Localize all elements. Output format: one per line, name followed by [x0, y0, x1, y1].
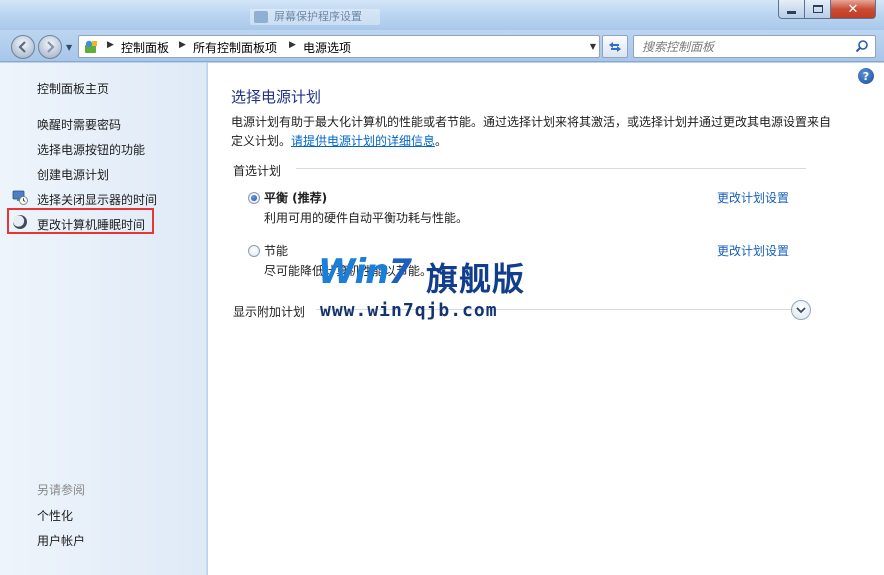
- sidebar-item-power-buttons[interactable]: 选择电源按钮的功能: [37, 141, 145, 158]
- balanced-change-settings-link[interactable]: 更改计划设置: [717, 189, 789, 206]
- balanced-plan-radio[interactable]: [248, 192, 260, 204]
- background-window-title-text: 屏幕保护程序设置: [274, 10, 362, 23]
- sidebar-item-user-accounts[interactable]: 用户帐户: [37, 532, 85, 549]
- monitor-clock-icon: [12, 190, 28, 205]
- search-input[interactable]: [634, 36, 849, 57]
- caption-buttons: ✕: [778, 0, 876, 19]
- search-box: [633, 35, 876, 58]
- address-dropdown-icon[interactable]: ▼: [590, 42, 596, 51]
- main-content: ? 选择电源计划 电源计划有助于最大化计算机的性能或者节能。通过选择计划来将其激…: [208, 63, 884, 575]
- balanced-plan-name[interactable]: 平衡 (推荐): [264, 189, 327, 206]
- window-icon: [254, 11, 268, 23]
- back-button[interactable]: [11, 35, 35, 59]
- moon-sleep-icon: [12, 215, 27, 229]
- page-title: 选择电源计划: [231, 88, 322, 106]
- close-icon: ✕: [847, 1, 859, 17]
- expand-additional-plans-button[interactable]: [791, 300, 811, 320]
- minimize-button[interactable]: [778, 0, 805, 19]
- sidebar-item-create-plan[interactable]: 创建电源计划: [37, 166, 109, 183]
- background-window-title: 屏幕保护程序设置: [250, 9, 380, 25]
- forward-button[interactable]: [38, 35, 62, 59]
- breadcrumb-separator: ▶: [179, 40, 186, 50]
- search-icon[interactable]: [855, 39, 869, 53]
- help-icon[interactable]: ?: [858, 68, 874, 84]
- chevron-down-icon: [796, 307, 806, 314]
- power-saver-change-settings-link[interactable]: 更改计划设置: [717, 242, 789, 259]
- title-bar: 屏幕保护程序设置 ✕: [0, 0, 884, 30]
- balanced-plan-description: 利用可用的硬件自动平衡功耗与性能。: [264, 211, 469, 225]
- breadcrumb-power-options[interactable]: 电源选项: [303, 39, 351, 56]
- sidebar-item-require-password[interactable]: 唤醒时需要密码: [37, 116, 121, 133]
- maximize-button[interactable]: [805, 0, 831, 19]
- breadcrumb-separator: ▶: [107, 40, 114, 50]
- left-navigation-pane: 控制面板主页 唤醒时需要密码 选择电源按钮的功能 创建电源计划 选择关闭显示器的…: [0, 63, 207, 575]
- recent-pages-dropdown[interactable]: ▼: [66, 43, 72, 52]
- group-divider: [296, 168, 806, 169]
- maximize-icon: [812, 5, 823, 13]
- sidebar-item-change-sleep-time[interactable]: 更改计算机睡眠时间: [37, 216, 145, 233]
- see-also-heading: 另请参阅: [37, 483, 86, 497]
- page-description: 电源计划有助于最大化计算机的性能或者节能。通过选择计划来将其激活，或选择计划并通…: [231, 113, 831, 151]
- breadcrumb-all-items[interactable]: 所有控制面板项: [193, 39, 277, 56]
- power-saver-plan-description: 尽可能降低计算机性能以节能。: [264, 264, 433, 278]
- breadcrumb-separator: ▶: [289, 40, 296, 50]
- refresh-icon: [609, 41, 621, 52]
- minimize-icon: [787, 10, 796, 14]
- sidebar-item-control-panel-home[interactable]: 控制面板主页: [37, 80, 109, 97]
- breadcrumb-control-panel[interactable]: 控制面板: [121, 39, 169, 56]
- control-panel-icon: [85, 40, 97, 53]
- sidebar-item-display-off-time[interactable]: 选择关闭显示器的时间: [37, 191, 157, 208]
- preferred-plans-label: 首选计划: [233, 164, 282, 178]
- power-saver-plan-radio[interactable]: [248, 245, 260, 257]
- refresh-button[interactable]: [602, 35, 628, 58]
- additional-plans-divider: [316, 309, 792, 310]
- plan-details-link[interactable]: 请提供电源计划的详细信息: [291, 134, 435, 148]
- close-button[interactable]: ✕: [831, 0, 876, 19]
- back-arrow-icon: [18, 41, 26, 53]
- power-saver-plan-name[interactable]: 节能: [264, 242, 288, 259]
- description-end: 。: [435, 134, 448, 148]
- navigation-bar: ▼ ▶ 控制面板 ▶ 所有控制面板项 ▶ 电源选项 ▼: [0, 30, 884, 62]
- sidebar-item-personalization[interactable]: 个性化: [37, 507, 73, 524]
- address-bar[interactable]: ▶ 控制面板 ▶ 所有控制面板项 ▶ 电源选项 ▼: [78, 35, 600, 58]
- show-additional-plans-label[interactable]: 显示附加计划: [233, 303, 305, 320]
- forward-arrow-icon: [47, 41, 55, 53]
